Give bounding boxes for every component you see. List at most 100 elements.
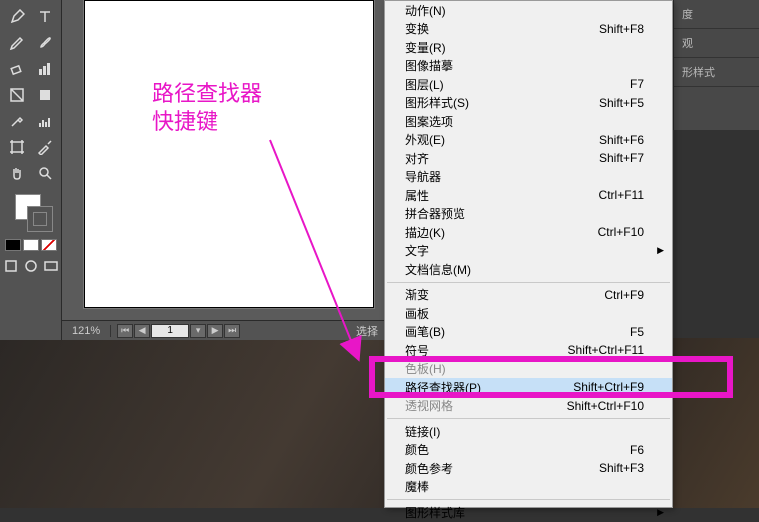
menu-item-4[interactable]: 图层(L) F7 <box>385 75 672 94</box>
menu-item-label: 外观(E) <box>405 131 445 148</box>
tool-brush[interactable] <box>32 31 58 55</box>
menu-item-shortcut: Shift+F5 <box>599 96 644 110</box>
pager-last[interactable]: ⏭ <box>224 324 240 338</box>
menu-item-2[interactable]: 变量(R) <box>385 38 672 57</box>
menu-item-18[interactable]: 画笔(B) F5 <box>385 323 672 342</box>
tool-type[interactable] <box>32 5 58 29</box>
menu-item-shortcut: Shift+F3 <box>599 461 644 475</box>
menu-item-shortcut: F6 <box>630 443 644 457</box>
menu-item-label: 符号 <box>405 342 429 359</box>
menu-item-label: 动作(N) <box>405 2 446 19</box>
fill-stroke-swatches[interactable] <box>11 192 51 234</box>
menu-item-shortcut: Ctrl+F9 <box>604 288 644 302</box>
tool-graph[interactable] <box>32 109 58 133</box>
menu-item-20[interactable]: 色板(H) <box>385 360 672 379</box>
menu-separator <box>387 282 670 283</box>
mini-swatch-color[interactable] <box>5 239 21 251</box>
submenu-arrow-icon: ▶ <box>657 507 664 518</box>
menu-item-label: 魔棒 <box>405 478 429 495</box>
menu-item-label: 属性 <box>405 187 429 204</box>
menu-item-shortcut: Shift+Ctrl+F10 <box>567 399 644 413</box>
menu-item-19[interactable]: 符号 Shift+Ctrl+F11 <box>385 341 672 360</box>
tool-hand[interactable] <box>4 161 30 185</box>
menu-item-label: 透视网格 <box>405 397 453 414</box>
pager-first[interactable]: ⏮ <box>117 324 133 338</box>
menu-item-21[interactable]: 路径查找器(P)Shift+Ctrl+F9 <box>385 378 672 397</box>
menu-item-label: 路径查找器(P) <box>405 379 481 396</box>
menu-item-6[interactable]: 图案选项 <box>385 112 672 131</box>
tool-gradient[interactable] <box>4 83 30 107</box>
menu-item-label: 颜色 <box>405 441 429 458</box>
menu-item-29[interactable]: 图形样式库 ▶ <box>385 503 672 522</box>
menu-item-shortcut: F5 <box>630 325 644 339</box>
menu-item-22[interactable]: 透视网格 Shift+Ctrl+F10 <box>385 397 672 416</box>
menu-item-3[interactable]: 图像描摹 <box>385 57 672 76</box>
screen-mode-a[interactable] <box>2 257 20 275</box>
menu-item-label: 图层(L) <box>405 76 444 93</box>
menu-item-14[interactable]: 文档信息(M) <box>385 260 672 279</box>
screen-mode-b[interactable] <box>22 257 40 275</box>
menu-item-9[interactable]: 导航器 <box>385 168 672 187</box>
menu-separator <box>387 499 670 500</box>
zoom-level[interactable]: 121% <box>62 325 111 337</box>
screen-mode-c[interactable] <box>42 257 60 275</box>
panel-stub-b[interactable]: 观 <box>674 29 759 58</box>
tool-zoom[interactable] <box>32 161 58 185</box>
menu-item-12[interactable]: 描边(K)Ctrl+F10 <box>385 223 672 242</box>
menu-item-shortcut: Shift+F6 <box>599 133 644 147</box>
tool-chart[interactable] <box>32 57 58 81</box>
menu-item-label: 描边(K) <box>405 224 445 241</box>
menu-item-16[interactable]: 渐变Ctrl+F9 <box>385 286 672 305</box>
tool-eraser[interactable] <box>4 57 30 81</box>
mini-swatch-gradient[interactable] <box>23 239 39 251</box>
stroke-swatch[interactable] <box>27 206 53 232</box>
artboard[interactable] <box>84 0 374 308</box>
submenu-arrow-icon: ▶ <box>657 245 664 256</box>
menu-item-shortcut: F7 <box>630 77 644 91</box>
status-bar: 121% ⏮ ◀ 1 ▾ ▶ ⏭ 选择 <box>62 320 384 340</box>
menu-item-label: 文字 <box>405 242 429 259</box>
menu-item-label: 变量(R) <box>405 39 446 56</box>
menu-item-label: 导航器 <box>405 168 441 185</box>
pager-prev[interactable]: ◀ <box>134 324 150 338</box>
menu-item-shortcut: Shift+Ctrl+F11 <box>568 343 644 357</box>
pager-input[interactable]: 1 <box>151 324 189 338</box>
menu-item-13[interactable]: 文字 ▶ <box>385 242 672 261</box>
tool-eyedropper[interactable] <box>4 109 30 133</box>
status-mode: 选择 <box>356 323 384 339</box>
color-mode-row <box>4 238 58 252</box>
left-toolbar <box>0 0 62 340</box>
mini-swatch-none[interactable] <box>41 239 57 251</box>
tool-pen[interactable] <box>4 5 30 29</box>
menu-item-1[interactable]: 变换Shift+F8 <box>385 20 672 39</box>
pager-dropdown[interactable]: ▾ <box>190 324 206 338</box>
pager-next[interactable]: ▶ <box>207 324 223 338</box>
tool-artboard[interactable] <box>4 135 30 159</box>
menu-item-5[interactable]: 图形样式(S)Shift+F5 <box>385 94 672 113</box>
menu-item-8[interactable]: 对齐Shift+F7 <box>385 149 672 168</box>
menu-item-shortcut: Shift+F8 <box>599 22 644 36</box>
menu-item-10[interactable]: 属性 Ctrl+F11 <box>385 186 672 205</box>
menu-item-label: 画笔(B) <box>405 323 445 340</box>
panel-stub-c[interactable]: 形样式 <box>674 58 759 87</box>
menu-item-label: 颜色参考 <box>405 460 453 477</box>
menu-item-7[interactable]: 外观(E) Shift+F6 <box>385 131 672 150</box>
tool-shape[interactable] <box>32 83 58 107</box>
menu-item-11[interactable]: 拼合器预览 <box>385 205 672 224</box>
right-panel-stack: 度 观 形样式 <box>673 0 759 130</box>
menu-item-label: 链接(I) <box>405 423 440 440</box>
tool-pencil[interactable] <box>4 31 30 55</box>
menu-item-26[interactable]: 颜色参考 Shift+F3 <box>385 459 672 478</box>
menu-item-25[interactable]: 颜色 F6 <box>385 441 672 460</box>
menu-item-0[interactable]: 动作(N) <box>385 1 672 20</box>
menu-item-shortcut: Ctrl+F11 <box>599 188 644 202</box>
menu-item-label: 色板(H) <box>405 360 446 377</box>
menu-item-label: 图形样式库 <box>405 504 465 521</box>
menu-item-27[interactable]: 魔棒 <box>385 478 672 497</box>
menu-item-24[interactable]: 链接(I) <box>385 422 672 441</box>
menu-item-label: 图像描摹 <box>405 57 453 74</box>
tool-knife[interactable] <box>32 135 58 159</box>
menu-item-label: 对齐 <box>405 150 429 167</box>
panel-stub-a[interactable]: 度 <box>674 0 759 29</box>
menu-item-17[interactable]: 画板 <box>385 304 672 323</box>
